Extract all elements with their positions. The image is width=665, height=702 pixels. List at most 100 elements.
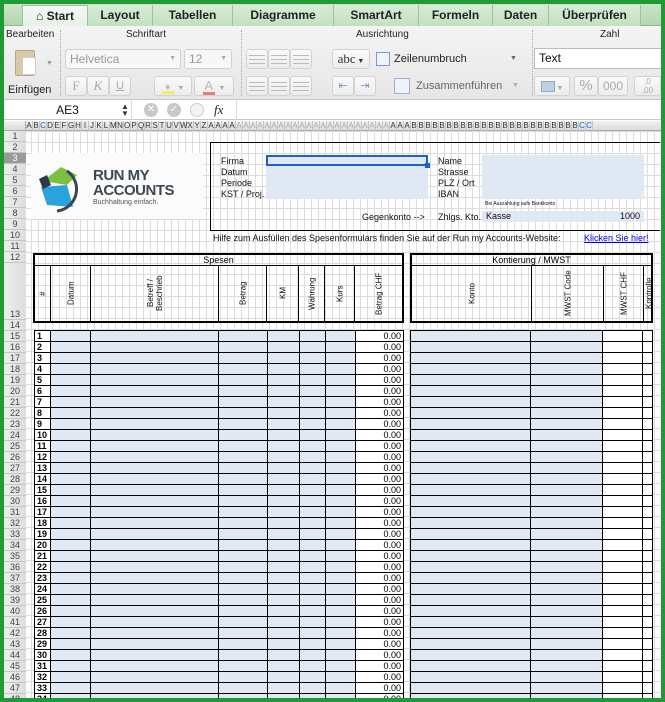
betrag-cell[interactable] — [218, 528, 268, 540]
konto-cell[interactable] — [410, 396, 531, 408]
row-header[interactable]: 39 — [4, 595, 26, 606]
datum-cell[interactable] — [50, 506, 92, 518]
row-header[interactable]: 11 — [4, 241, 26, 252]
datum-cell[interactable] — [50, 583, 92, 595]
km-cell[interactable] — [266, 539, 300, 551]
column-header[interactable]: H — [75, 121, 82, 131]
konto-cell[interactable] — [410, 517, 531, 529]
konto-cell[interactable] — [410, 682, 531, 694]
betrag-cell[interactable] — [218, 561, 268, 573]
decimal-button[interactable]: ,0 ,00 — [634, 76, 661, 96]
row-header[interactable]: 36 — [4, 562, 26, 573]
kurs-cell[interactable] — [324, 550, 356, 562]
betreff-cell[interactable] — [90, 396, 220, 408]
mwst-code-cell[interactable] — [530, 693, 603, 698]
font-color-button[interactable]: A ▼ — [194, 76, 234, 96]
datum-cell[interactable] — [50, 363, 92, 375]
waehrung-cell[interactable] — [298, 660, 326, 672]
betreff-cell[interactable] — [90, 671, 220, 683]
column-header[interactable]: C — [579, 121, 586, 131]
row-header[interactable]: 22 — [4, 408, 26, 419]
row-header[interactable]: 33 — [4, 529, 26, 540]
row-header[interactable]: 43 — [4, 639, 26, 650]
column-header[interactable]: Q — [138, 121, 145, 131]
row-header[interactable]: 12 — [4, 252, 26, 263]
konto-cell[interactable] — [410, 649, 531, 661]
km-cell[interactable] — [266, 528, 300, 540]
waehrung-cell[interactable] — [298, 550, 326, 562]
row-header[interactable]: 28 — [4, 474, 26, 485]
column-header[interactable]: I — [82, 121, 89, 131]
betreff-cell[interactable] — [90, 627, 220, 639]
column-header[interactable]: J — [89, 121, 96, 131]
column-header[interactable]: A — [26, 121, 33, 131]
km-cell[interactable] — [266, 561, 300, 573]
row-header[interactable]: 1 — [4, 131, 26, 142]
konto-cell[interactable] — [410, 352, 531, 364]
row-header[interactable]: 48 — [4, 694, 26, 698]
datum-cell[interactable] — [50, 440, 92, 452]
column-header[interactable]: E — [54, 121, 61, 131]
km-cell[interactable] — [266, 605, 300, 617]
konto-cell[interactable] — [410, 561, 531, 573]
decrease-indent-button[interactable]: ⇤ — [332, 76, 354, 96]
row-header[interactable]: 25 — [4, 441, 26, 452]
column-header[interactable]: B — [453, 121, 460, 131]
betrag-cell[interactable] — [218, 451, 268, 463]
mwst-code-cell[interactable] — [530, 418, 603, 430]
waehrung-cell[interactable] — [298, 638, 326, 650]
row-header[interactable]: 24 — [4, 430, 26, 441]
betreff-cell[interactable] — [90, 418, 220, 430]
column-header[interactable]: B — [551, 121, 558, 131]
betreff-cell[interactable] — [90, 605, 220, 617]
km-cell[interactable] — [266, 671, 300, 683]
row-header[interactable]: 23 — [4, 419, 26, 430]
column-header[interactable]: B — [467, 121, 474, 131]
waehrung-cell[interactable] — [298, 616, 326, 628]
kurs-cell[interactable] — [324, 638, 356, 650]
row-header[interactable]: 2 — [4, 142, 26, 153]
betrag-cell[interactable] — [218, 484, 268, 496]
betreff-cell[interactable] — [90, 407, 220, 419]
percent-button[interactable]: % — [574, 76, 598, 96]
konto-cell[interactable] — [410, 550, 531, 562]
column-header[interactable]: A — [215, 121, 222, 131]
tab-ueberpruefen[interactable]: Überprüfen — [549, 5, 641, 26]
konto-cell[interactable] — [410, 528, 531, 540]
row-header[interactable]: 27 — [4, 463, 26, 474]
konto-cell[interactable] — [410, 616, 531, 628]
betreff-cell[interactable] — [90, 484, 220, 496]
km-cell[interactable] — [266, 572, 300, 584]
column-header[interactable]: B — [418, 121, 425, 131]
betreff-cell[interactable] — [90, 693, 220, 698]
datum-cell[interactable] — [50, 473, 92, 485]
km-cell[interactable] — [266, 517, 300, 529]
betrag-cell[interactable] — [218, 693, 268, 698]
km-cell[interactable] — [266, 385, 300, 397]
name-input[interactable] — [482, 155, 644, 166]
column-header[interactable]: B — [502, 121, 509, 131]
align-middle-button[interactable] — [268, 49, 290, 69]
merge-button[interactable]: Zusammenführen ▼ — [394, 76, 524, 96]
mwst-code-cell[interactable] — [530, 572, 603, 584]
waehrung-cell[interactable] — [298, 407, 326, 419]
betreff-cell[interactable] — [90, 660, 220, 672]
column-header[interactable]: B — [481, 121, 488, 131]
mwst-code-cell[interactable] — [530, 407, 603, 419]
row-header[interactable]: 17 — [4, 353, 26, 364]
mwst-code-cell[interactable] — [530, 451, 603, 463]
align-bottom-button[interactable] — [290, 49, 312, 69]
row-header[interactable]: 9 — [4, 219, 26, 230]
column-header[interactable]: A — [397, 121, 404, 131]
waehrung-cell[interactable] — [298, 682, 326, 694]
mwst-code-cell[interactable] — [530, 517, 603, 529]
column-header[interactable]: B — [523, 121, 530, 131]
km-cell[interactable] — [266, 627, 300, 639]
datum-cell[interactable] — [50, 484, 92, 496]
column-header[interactable]: B — [509, 121, 516, 131]
row-header[interactable]: 18 — [4, 364, 26, 375]
betreff-cell[interactable] — [90, 649, 220, 661]
row-header[interactable]: 41 — [4, 617, 26, 628]
betreff-cell[interactable] — [90, 528, 220, 540]
konto-cell[interactable] — [410, 451, 531, 463]
